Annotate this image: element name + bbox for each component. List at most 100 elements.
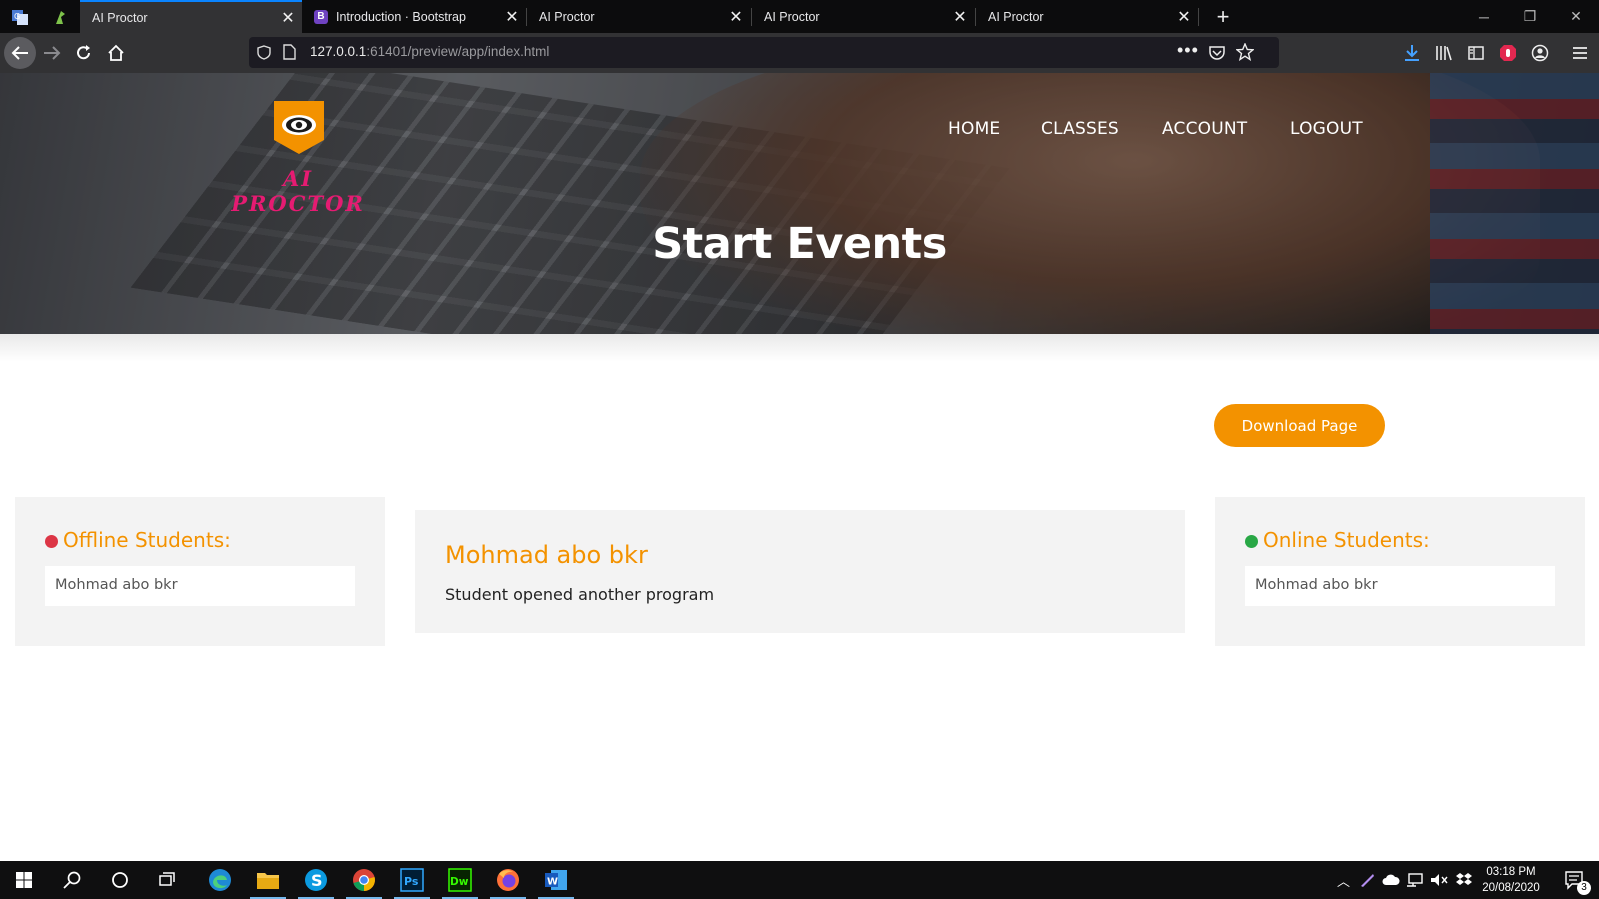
download-icon	[1405, 45, 1419, 61]
event-student-name: Mohmad abo bkr	[445, 541, 648, 569]
svg-text:Dw: Dw	[450, 876, 469, 888]
tab-bootstrap[interactable]: B Introduction · Bootstrap ✕	[302, 0, 526, 33]
reload-button[interactable]	[68, 37, 100, 69]
tab-ai-proctor-2[interactable]: AI Proctor ✕	[527, 0, 750, 33]
close-tab-icon[interactable]: ✕	[1170, 7, 1198, 27]
taskbar-chrome[interactable]	[340, 861, 388, 899]
url-text[interactable]: 127.0.0.1:61401/preview/app/index.html	[310, 44, 549, 59]
browser-tab-strip: G AI Proctor ✕ B Introduction · Bootstra…	[0, 0, 1599, 33]
address-bar[interactable]: 127.0.0.1:61401/preview/app/index.html •…	[249, 37, 1279, 68]
taskbar-clock[interactable]: 03:18 PM 20/08/2020	[1474, 864, 1548, 896]
nav-account-link[interactable]: ACCOUNT	[1162, 119, 1247, 139]
start-button[interactable]	[0, 861, 48, 899]
tab-label: AI Proctor	[988, 9, 1044, 24]
task-view-button[interactable]	[144, 861, 192, 899]
cortana-icon	[112, 872, 128, 888]
downloads-button[interactable]	[1396, 37, 1428, 69]
home-button[interactable]	[100, 37, 132, 69]
close-tab-icon[interactable]: ✕	[498, 7, 526, 27]
site-logo[interactable]: AI PROCTOR	[213, 100, 383, 216]
tab-ai-proctor-4[interactable]: AI Proctor ✕	[976, 0, 1198, 33]
online-title: Online Students:	[1263, 528, 1430, 552]
online-students-heading: Online Students:	[1245, 528, 1430, 552]
tab-label: AI Proctor	[539, 9, 595, 24]
action-center-button[interactable]: 3	[1551, 861, 1599, 899]
offline-student-item[interactable]: Mohmad abo bkr	[45, 566, 355, 606]
page-icon	[283, 44, 296, 60]
nav-logout-link[interactable]: LOGOUT	[1290, 119, 1363, 139]
search-button[interactable]	[48, 861, 96, 899]
word-icon: W	[545, 870, 567, 890]
close-tab-icon[interactable]: ✕	[274, 8, 302, 28]
svg-text:W: W	[547, 877, 558, 888]
shield-icon[interactable]	[257, 45, 271, 60]
clock-date: 20/08/2020	[1482, 882, 1540, 894]
sidebar-button[interactable]	[1460, 37, 1492, 69]
translate-icon: G	[12, 9, 28, 25]
dropbox-icon[interactable]	[1455, 872, 1473, 888]
close-window-button[interactable]: ✕	[1553, 0, 1599, 33]
close-tab-icon[interactable]: ✕	[722, 7, 750, 27]
svg-text:Ps: Ps	[404, 875, 419, 888]
network-icon[interactable]	[1406, 873, 1424, 888]
online-status-dot-icon	[1245, 535, 1258, 548]
photoshop-icon: Ps	[400, 868, 424, 892]
stop-hand-icon	[1500, 45, 1516, 61]
menu-button[interactable]	[1564, 37, 1596, 69]
tray-overflow-icon[interactable]: ︿	[1337, 871, 1350, 890]
new-tab-button[interactable]: +	[1199, 0, 1247, 33]
taskbar-photoshop[interactable]: Ps	[388, 861, 436, 899]
sidebar-icon	[1468, 46, 1484, 60]
online-students-panel: Online Students: Mohmad abo bkr	[1215, 497, 1585, 646]
home-icon	[108, 44, 124, 61]
nav-classes-link[interactable]: CLASSES	[1041, 119, 1119, 139]
tab-label: AI Proctor	[92, 10, 148, 25]
tab-label: Introduction · Bootstrap	[336, 9, 466, 24]
forward-button[interactable]	[36, 37, 68, 69]
cortana-button[interactable]	[96, 861, 144, 899]
library-icon	[1436, 46, 1452, 61]
plus-icon: +	[1216, 3, 1230, 29]
windows-logo-icon	[16, 872, 32, 888]
translate-pinned-tab[interactable]: G	[0, 0, 40, 33]
bookmark-star-icon[interactable]	[1236, 43, 1254, 61]
taskbar-dreamweaver[interactable]: Dw	[436, 861, 484, 899]
taskbar-word[interactable]: W	[532, 861, 580, 899]
minimize-button[interactable]: ─	[1461, 0, 1507, 33]
restore-button[interactable]: ❐	[1507, 0, 1553, 33]
close-tab-icon[interactable]: ✕	[946, 7, 974, 27]
back-arrow-icon	[11, 46, 28, 60]
adblock-extension-button[interactable]	[1492, 37, 1524, 69]
account-button[interactable]	[1524, 37, 1556, 69]
taskbar-firefox[interactable]	[484, 861, 532, 899]
pinned-app-icon	[56, 10, 65, 24]
chrome-icon	[353, 869, 375, 891]
library-button[interactable]	[1428, 37, 1460, 69]
event-message: Student opened another program	[445, 585, 715, 604]
tab-ai-proctor-3[interactable]: AI Proctor ✕	[752, 0, 974, 33]
pinned-tab-2[interactable]	[40, 0, 80, 33]
firefox-icon	[497, 869, 519, 891]
online-student-item[interactable]: Mohmad abo bkr	[1245, 566, 1555, 606]
skype-icon: S	[305, 869, 327, 891]
taskbar-edge[interactable]	[196, 861, 244, 899]
task-view-icon	[159, 872, 175, 886]
svg-text:S: S	[311, 871, 323, 890]
page-title: Start Events	[652, 219, 947, 269]
taskbar-skype[interactable]: S	[292, 861, 340, 899]
pen-workspace-icon[interactable]	[1359, 872, 1375, 888]
offline-students-panel: Offline Students: Mohmad abo bkr	[15, 497, 385, 646]
back-button[interactable]	[4, 37, 36, 69]
taskbar-file-explorer[interactable]	[244, 861, 292, 899]
tab-ai-proctor-1[interactable]: AI Proctor ✕	[80, 0, 302, 33]
download-page-button[interactable]: Download Page	[1214, 404, 1385, 447]
url-host: 127.0.0.1	[310, 44, 367, 59]
nav-home-link[interactable]: HOME	[948, 119, 1000, 139]
minimize-icon: ─	[1479, 8, 1489, 25]
account-icon	[1531, 44, 1549, 62]
restore-icon: ❐	[1523, 8, 1537, 24]
pocket-icon[interactable]	[1209, 45, 1225, 60]
page-actions-icon[interactable]: •••	[1177, 40, 1199, 61]
volume-muted-icon[interactable]	[1430, 873, 1448, 887]
onedrive-cloud-icon[interactable]	[1382, 874, 1400, 886]
